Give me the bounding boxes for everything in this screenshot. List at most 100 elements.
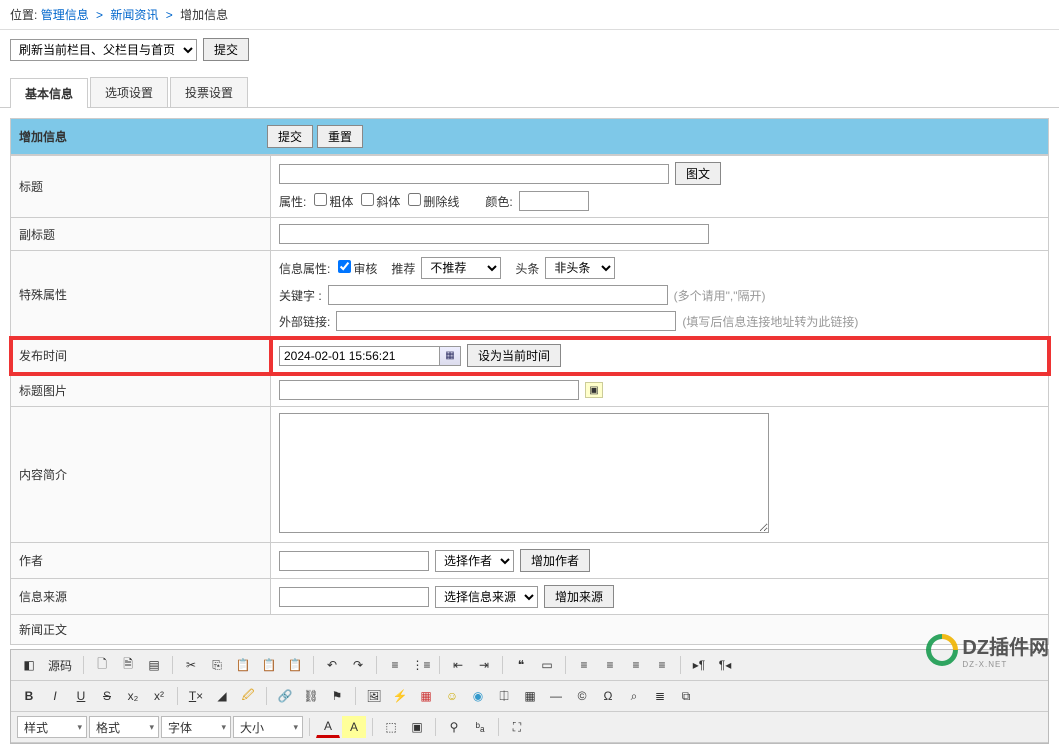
imgtext-button[interactable]: 图文 bbox=[675, 162, 721, 185]
eraser-icon[interactable]: ◢ bbox=[210, 685, 234, 707]
align-right-icon[interactable]: ≡ bbox=[624, 654, 648, 676]
flash-icon[interactable]: ⚡ bbox=[388, 685, 412, 707]
ltr-icon[interactable]: ▸¶ bbox=[687, 654, 711, 676]
subscript-icon[interactable]: x₂ bbox=[121, 685, 145, 707]
textcolor-icon[interactable]: A bbox=[316, 716, 340, 738]
showblocks-icon[interactable]: ⬚ bbox=[379, 716, 403, 738]
indent-icon[interactable]: ⇥ bbox=[472, 654, 496, 676]
subtitle-input[interactable] bbox=[279, 224, 709, 244]
align-justify-icon[interactable]: ≡ bbox=[650, 654, 674, 676]
author-input[interactable] bbox=[279, 551, 429, 571]
highlight-icon[interactable]: 🖉 bbox=[236, 685, 260, 707]
audit-checkbox-label[interactable]: 审核 bbox=[336, 260, 377, 277]
removeformat-icon[interactable]: T× bbox=[184, 685, 208, 707]
newpage-icon[interactable]: 🗋 bbox=[90, 654, 114, 676]
title-color-input[interactable] bbox=[519, 191, 589, 211]
audit-checkbox[interactable] bbox=[338, 260, 351, 273]
unlink-icon[interactable]: ⛓ bbox=[299, 685, 323, 707]
italic-checkbox-label[interactable]: 斜体 bbox=[359, 193, 400, 210]
anchor-icon[interactable]: ⚑ bbox=[325, 685, 349, 707]
iframe-icon[interactable]: ◉ bbox=[466, 685, 490, 707]
more-icon[interactable]: ≣ bbox=[648, 685, 672, 707]
bulletlist-icon[interactable]: ⋮≡ bbox=[409, 654, 433, 676]
panel-title: 增加信息 bbox=[19, 128, 267, 145]
title-input[interactable] bbox=[279, 164, 669, 184]
omega-icon[interactable]: Ω bbox=[596, 685, 620, 707]
cut-icon[interactable]: ✂ bbox=[179, 654, 203, 676]
numlist-icon[interactable]: ≡ bbox=[383, 654, 407, 676]
refresh-submit-button[interactable]: 提交 bbox=[203, 38, 249, 61]
undo-icon[interactable]: ↶ bbox=[320, 654, 344, 676]
find-icon[interactable]: ⌕ bbox=[622, 685, 646, 707]
italic-checkbox[interactable] bbox=[361, 193, 374, 206]
copy-icon[interactable]: ⎘ bbox=[205, 654, 229, 676]
emoji-icon[interactable]: ☺ bbox=[440, 685, 464, 707]
div-icon[interactable]: ▭ bbox=[535, 654, 559, 676]
reset-button[interactable]: 重置 bbox=[317, 125, 363, 148]
submit-button[interactable]: 提交 bbox=[267, 125, 313, 148]
embed-icon[interactable]: ⧉ bbox=[674, 685, 698, 707]
add-source-button[interactable]: 增加来源 bbox=[544, 585, 614, 608]
headline-select[interactable]: 非头条 bbox=[545, 257, 615, 279]
image-pick-icon[interactable]: ▣ bbox=[585, 382, 603, 398]
bold-checkbox-label[interactable]: 粗体 bbox=[312, 193, 353, 210]
pagebreak-icon[interactable]: ⎅ bbox=[492, 685, 516, 707]
selectall-icon[interactable]: ▣ bbox=[405, 716, 429, 738]
size-select[interactable]: 大小 bbox=[233, 716, 303, 738]
source-button[interactable]: 源码 bbox=[43, 654, 77, 676]
replace-icon[interactable]: ᵇₐ bbox=[468, 716, 492, 738]
titlepic-input[interactable] bbox=[279, 380, 579, 400]
tab-basic[interactable]: 基本信息 bbox=[10, 78, 88, 108]
add-author-button[interactable]: 增加作者 bbox=[520, 549, 590, 572]
maximize-icon[interactable]: ⛶ bbox=[505, 716, 529, 738]
source-icon[interactable]: ◧ bbox=[17, 654, 41, 676]
paste-text-icon[interactable]: 📋 bbox=[257, 654, 281, 676]
redo-icon[interactable]: ↷ bbox=[346, 654, 370, 676]
style-select[interactable]: 样式 bbox=[17, 716, 87, 738]
rtl-icon[interactable]: ¶◂ bbox=[713, 654, 737, 676]
superscript-icon[interactable]: x² bbox=[147, 685, 171, 707]
paste-word-icon[interactable]: 📋 bbox=[283, 654, 307, 676]
strike-checkbox-label[interactable]: 删除线 bbox=[406, 193, 459, 210]
breadcrumb-link-news[interactable]: 新闻资讯 bbox=[110, 8, 158, 22]
breadcrumb-link-manage[interactable]: 管理信息 bbox=[41, 8, 89, 22]
format-select[interactable]: 格式 bbox=[89, 716, 159, 738]
specialchar-icon[interactable]: © bbox=[570, 685, 594, 707]
strike-icon[interactable]: S bbox=[95, 685, 119, 707]
refresh-scope-select[interactable]: 刷新当前栏目、父栏目与首页 bbox=[10, 39, 197, 61]
set-now-button[interactable]: 设为当前时间 bbox=[467, 344, 561, 367]
hr-icon[interactable]: — bbox=[544, 685, 568, 707]
extlink-input[interactable] bbox=[336, 311, 676, 331]
template-icon[interactable]: ▤ bbox=[142, 654, 166, 676]
pubtime-input[interactable] bbox=[279, 346, 439, 366]
align-center-icon[interactable]: ≡ bbox=[598, 654, 622, 676]
strike-checkbox[interactable] bbox=[408, 193, 421, 206]
tab-options[interactable]: 选项设置 bbox=[90, 77, 168, 107]
extlink-label: 外部链接: bbox=[279, 313, 330, 330]
keyword-input[interactable] bbox=[328, 285, 668, 305]
italic-icon[interactable]: I bbox=[43, 685, 67, 707]
intro-textarea[interactable] bbox=[279, 413, 769, 533]
tab-vote[interactable]: 投票设置 bbox=[170, 77, 248, 107]
source-select[interactable]: 选择信息来源 bbox=[435, 586, 538, 608]
find-replace-icon[interactable]: ⚲ bbox=[442, 716, 466, 738]
calendar-icon[interactable]: ▦ bbox=[439, 346, 461, 366]
author-select[interactable]: 选择作者 bbox=[435, 550, 514, 572]
link-icon[interactable]: 🔗 bbox=[273, 685, 297, 707]
underline-icon[interactable]: U bbox=[69, 685, 93, 707]
paste-icon[interactable]: 📋 bbox=[231, 654, 255, 676]
bgcolor-icon[interactable]: A bbox=[342, 716, 366, 738]
toolbar-sep bbox=[435, 718, 436, 736]
outdent-icon[interactable]: ⇤ bbox=[446, 654, 470, 676]
recommend-select[interactable]: 不推荐 bbox=[421, 257, 501, 279]
preview-icon[interactable]: 🗎 bbox=[116, 654, 140, 676]
source-input[interactable] bbox=[279, 587, 429, 607]
image-icon[interactable]: 🖼 bbox=[362, 685, 386, 707]
blockquote-icon[interactable]: ❝ bbox=[509, 654, 533, 676]
bold-checkbox[interactable] bbox=[314, 193, 327, 206]
align-left-icon[interactable]: ≡ bbox=[572, 654, 596, 676]
media-icon[interactable]: ▦ bbox=[414, 685, 438, 707]
font-select[interactable]: 字体 bbox=[161, 716, 231, 738]
table-icon[interactable]: ▦ bbox=[518, 685, 542, 707]
bold-icon[interactable]: B bbox=[17, 685, 41, 707]
